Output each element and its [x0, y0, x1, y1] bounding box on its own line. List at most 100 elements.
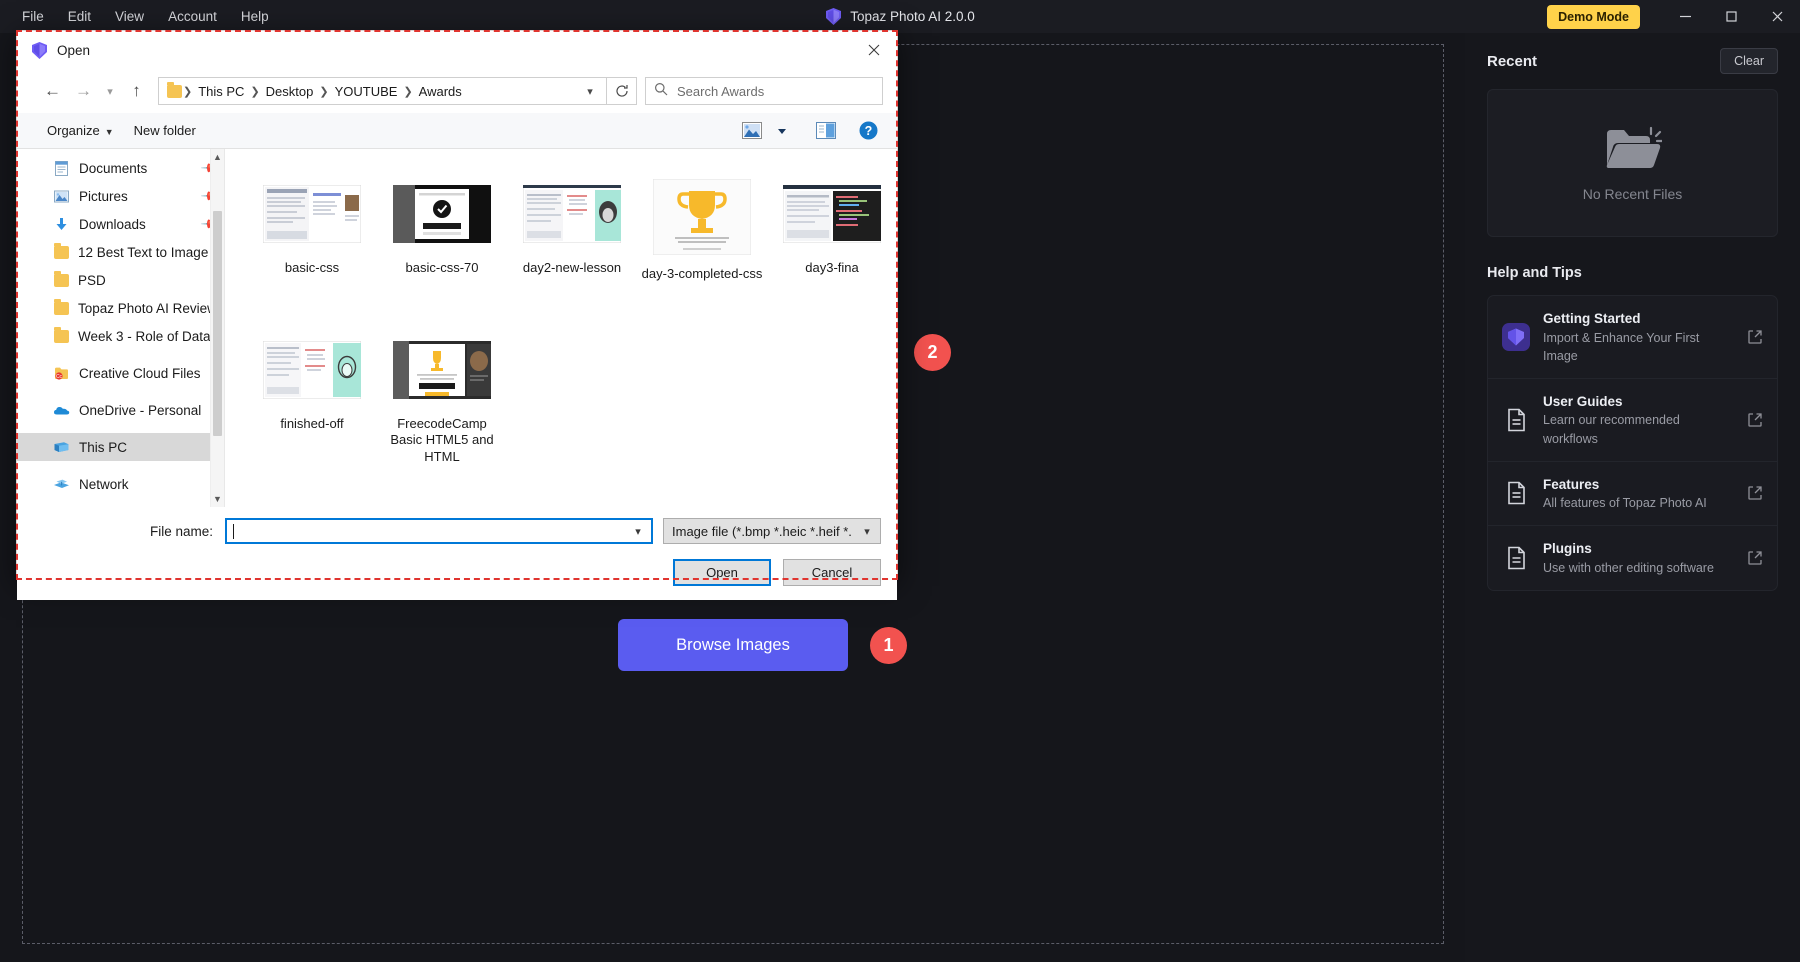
close-button[interactable]	[1754, 0, 1800, 33]
no-recent-files-text: No Recent Files	[1583, 186, 1683, 202]
help-item-features[interactable]: Features All features of Topaz Photo AI	[1488, 462, 1777, 527]
file-thumbnail	[517, 177, 627, 251]
sidebar-item-creative-cloud-files[interactable]: Cc Creative Cloud Files	[17, 359, 224, 387]
breadcrumb-youtube[interactable]: YOUTUBE	[330, 82, 403, 101]
onedrive-icon	[53, 402, 70, 419]
step-badge-1: 1	[870, 627, 907, 664]
sidebar-item-12-best-text-to-image[interactable]: 12 Best Text to Image	[17, 238, 224, 266]
search-input[interactable]: Search Awards	[677, 84, 764, 99]
file-tile[interactable]: basic-css-70	[377, 171, 507, 293]
sidebar-item-onedrive-personal[interactable]: OneDrive - Personal	[17, 396, 224, 424]
demo-mode-badge[interactable]: Demo Mode	[1547, 5, 1640, 29]
scrollbar-thumb[interactable]	[213, 211, 222, 436]
file-tile[interactable]: finished-off	[247, 327, 377, 476]
breadcrumb-this-pc[interactable]: This PC	[193, 82, 249, 101]
document-icon	[1502, 406, 1530, 434]
file-tile[interactable]: day-3-completed-css	[637, 171, 767, 293]
sidebar-item-label: Creative Cloud Files	[79, 366, 201, 381]
file-grid[interactable]: basic-css basic-css-70	[225, 149, 897, 507]
menu-item-file[interactable]: File	[10, 4, 56, 29]
arrow-up-icon[interactable]: ↑	[121, 76, 152, 107]
chevron-down-icon[interactable]: ▾	[627, 520, 649, 542]
help-circle-icon[interactable]: ?	[853, 118, 883, 144]
sidebar-item-topaz-photo-ai-review[interactable]: Topaz Photo AI Review	[17, 294, 224, 322]
cancel-button[interactable]: Cancel	[783, 559, 881, 586]
sidebar-item-label: Network	[79, 477, 129, 492]
view-caret-down-icon[interactable]	[767, 118, 797, 144]
file-tile[interactable]: day3-fina	[767, 171, 897, 293]
menu-item-edit[interactable]: Edit	[56, 4, 103, 29]
document-icon	[1502, 544, 1530, 572]
help-item-subtitle: Learn our recommended workflows	[1543, 413, 1680, 445]
breadcrumb-awards[interactable]: Awards	[414, 82, 467, 101]
view-layout-icon[interactable]	[737, 118, 767, 144]
breadcrumb-separator: ❯	[402, 85, 413, 98]
help-item-user-guides[interactable]: User Guides Learn our recommended workfl…	[1488, 379, 1777, 462]
new-folder-button[interactable]: New folder	[124, 118, 206, 143]
arrow-left-icon[interactable]: ←	[37, 76, 68, 107]
chevron-up-icon[interactable]: ▲	[211, 149, 224, 165]
maximize-button[interactable]	[1708, 0, 1754, 33]
creative-cloud-icon: Cc	[53, 365, 70, 382]
menu-item-view[interactable]: View	[103, 4, 156, 29]
sidebar-item-pictures[interactable]: Pictures 📌	[17, 182, 224, 210]
folder-icon	[167, 85, 182, 98]
external-link-icon[interactable]	[1747, 550, 1763, 566]
organize-button[interactable]: Organize▼	[37, 118, 124, 143]
sidebar-item-network[interactable]: Network	[17, 470, 224, 498]
recent-title: Recent	[1487, 53, 1537, 70]
external-link-icon[interactable]	[1747, 412, 1763, 428]
address-bar[interactable]: ❯ This PC ❯ Desktop ❯ YOUTUBE ❯ Awards ▾	[158, 77, 607, 105]
dialog-title-bar: Open	[17, 31, 897, 69]
close-icon[interactable]	[851, 31, 897, 69]
chevron-down-icon[interactable]: ▼	[211, 491, 224, 507]
chevron-down-icon[interactable]: ▾	[577, 78, 603, 104]
sidebar-item-documents[interactable]: Documents 📌	[17, 154, 224, 182]
help-item-subtitle: Use with other editing software	[1543, 561, 1714, 575]
file-thumbnail	[387, 177, 497, 251]
chevron-down-icon[interactable]: ▾	[856, 520, 878, 542]
places-list: Documents 📌 Pictures 📌	[17, 149, 224, 498]
sidebar-item-label: Pictures	[79, 189, 128, 204]
sidebar-item-psd[interactable]: PSD	[17, 266, 224, 294]
refresh-icon[interactable]	[607, 77, 637, 105]
filetype-select[interactable]: Image file (*.bmp *.heic *.heif *. ▾	[663, 518, 881, 544]
open-button[interactable]: Open	[673, 559, 771, 586]
window-controls: Demo Mode	[1547, 0, 1800, 33]
help-item-getting-started[interactable]: Getting Started Import & Enhance Your Fi…	[1488, 296, 1777, 379]
filename-row: File name: ▾ Image file (*.bmp *.heic *.…	[17, 517, 881, 545]
preview-pane-icon[interactable]	[811, 118, 841, 144]
dialog-toolbar: Organize▼ New folder	[17, 113, 897, 149]
sidebar-scrollbar[interactable]: ▲ ▼	[210, 149, 224, 507]
documents-icon	[53, 160, 70, 177]
menu-item-help[interactable]: Help	[229, 4, 281, 29]
filename-input[interactable]: ▾	[225, 518, 653, 544]
clear-recent-button[interactable]: Clear	[1720, 48, 1778, 74]
external-link-icon[interactable]	[1747, 485, 1763, 501]
help-item-title: Plugins	[1543, 541, 1592, 556]
breadcrumb-separator: ❯	[182, 85, 193, 98]
browse-images-button[interactable]: Browse Images	[618, 619, 848, 671]
dialog-button-row: Open Cancel	[17, 559, 881, 586]
sidebar-item-downloads[interactable]: Downloads 📌	[17, 210, 224, 238]
file-tile[interactable]: day2-new-lesson	[507, 171, 637, 293]
filename-value	[233, 524, 627, 539]
help-item-plugins[interactable]: Plugins Use with other editing software	[1488, 526, 1777, 590]
right-sidebar-panel: Recent Clear No Recent Files Help and Ti…	[1465, 33, 1800, 962]
file-tile[interactable]: FreecodeCamp Basic HTML5 and HTML	[377, 327, 507, 476]
topaz-gem-icon	[825, 7, 842, 26]
organize-label: Organize	[47, 123, 100, 138]
chevron-down-icon[interactable]: ▾	[99, 76, 121, 107]
arrow-right-icon[interactable]: →	[68, 76, 99, 107]
places-sidebar[interactable]: Documents 📌 Pictures 📌	[17, 149, 225, 507]
sidebar-item-this-pc[interactable]: This PC	[17, 433, 224, 461]
breadcrumb-desktop[interactable]: Desktop	[261, 82, 319, 101]
file-tile[interactable]: basic-css	[247, 171, 377, 293]
help-item-subtitle: Import & Enhance Your First Image	[1543, 331, 1699, 363]
minimize-button[interactable]	[1662, 0, 1708, 33]
search-box[interactable]: Search Awards	[645, 77, 883, 105]
external-link-icon[interactable]	[1747, 329, 1763, 345]
folder-icon	[54, 330, 69, 343]
sidebar-item-week-3-role-of-data[interactable]: Week 3 - Role of Data	[17, 322, 224, 350]
menu-item-account[interactable]: Account	[156, 4, 229, 29]
